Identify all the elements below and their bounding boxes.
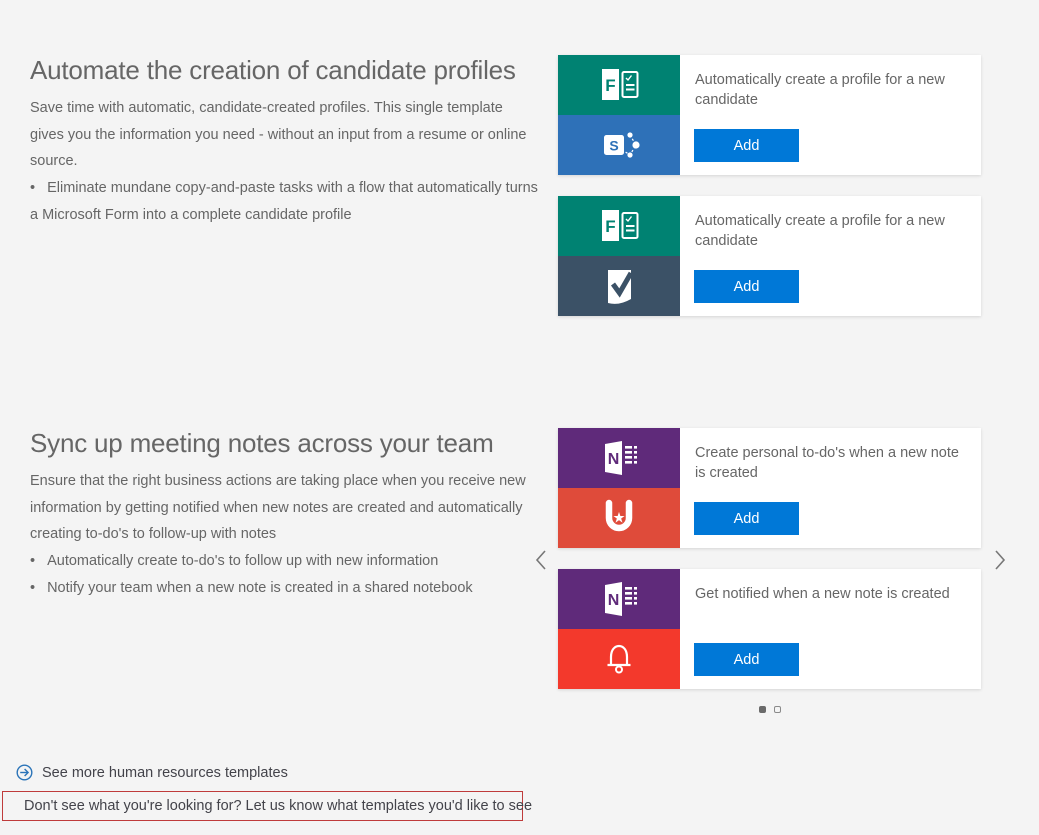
add-button[interactable]: Add [694,502,799,535]
sharepoint-icon: S [558,115,680,175]
section-heading: Automate the creation of candidate profi… [30,55,516,86]
card-icon-column: N ★ [558,428,680,548]
add-button[interactable]: Add [694,129,799,162]
section-bullet-list: Eliminate mundane copy-and-paste tasks w… [30,175,540,228]
carousel-dot[interactable] [774,706,781,713]
carousel-dot[interactable] [759,706,766,713]
see-more-link[interactable]: See more human resources templates [16,764,288,781]
chevron-left-icon [533,547,549,573]
card-title: Create personal to-do's when a new note … [695,443,967,483]
section-bullet-list: Automatically create to-do's to follow u… [30,548,540,601]
svg-text:F: F [605,217,615,236]
forms-icon: F [558,55,680,115]
chevron-right-icon [992,547,1008,573]
forms-icon: F [558,196,680,256]
wunderlist-icon: ★ [558,488,680,548]
feedback-label: Don't see what you're looking for? Let u… [24,798,532,814]
feedback-link[interactable]: Don't see what you're looking for? Let u… [2,791,523,821]
card-title: Automatically create a profile for a new… [695,211,967,251]
section-description: Ensure that the right business actions a… [30,468,540,548]
template-card[interactable]: N ★ Create personal to-do's when a new n… [558,428,981,548]
template-card[interactable]: F S Automatically create a profile [558,55,981,175]
card-title: Get notified when a new note is created [695,584,967,604]
card-title: Automatically create a profile for a new… [695,70,967,110]
templates-page: Automate the creation of candidate profi… [0,0,1039,835]
onenote-icon: N [558,569,680,629]
arrow-circle-icon [16,764,33,781]
section-description: Save time with automatic, candidate-crea… [30,95,540,175]
bullet-item: Eliminate mundane copy-and-paste tasks w… [30,175,540,228]
bullet-item: Notify your team when a new note is crea… [30,575,540,602]
template-card[interactable]: F Automatically create a profile for a n… [558,196,981,316]
svg-text:★: ★ [613,511,626,527]
card-icon-column: F S [558,55,680,175]
section-heading: Sync up meeting notes across your team [30,428,494,459]
svg-text:F: F [605,76,615,95]
carousel-prev-button[interactable] [529,545,553,575]
card-icon-column: F [558,196,680,316]
smartsheet-checkmark-icon [558,256,680,316]
add-button[interactable]: Add [694,643,799,676]
svg-text:S: S [609,138,618,154]
notification-bell-icon [558,629,680,689]
template-card[interactable]: N Get notified when a new note is create… [558,569,981,689]
see-more-label: See more human resources templates [42,765,288,781]
onenote-icon: N [558,428,680,488]
carousel-next-button[interactable] [988,545,1012,575]
add-button[interactable]: Add [694,270,799,303]
carousel-dots [558,706,981,713]
bullet-item: Automatically create to-do's to follow u… [30,548,540,575]
card-icon-column: N [558,569,680,689]
svg-text:N: N [608,592,620,609]
svg-text:N: N [608,451,620,468]
